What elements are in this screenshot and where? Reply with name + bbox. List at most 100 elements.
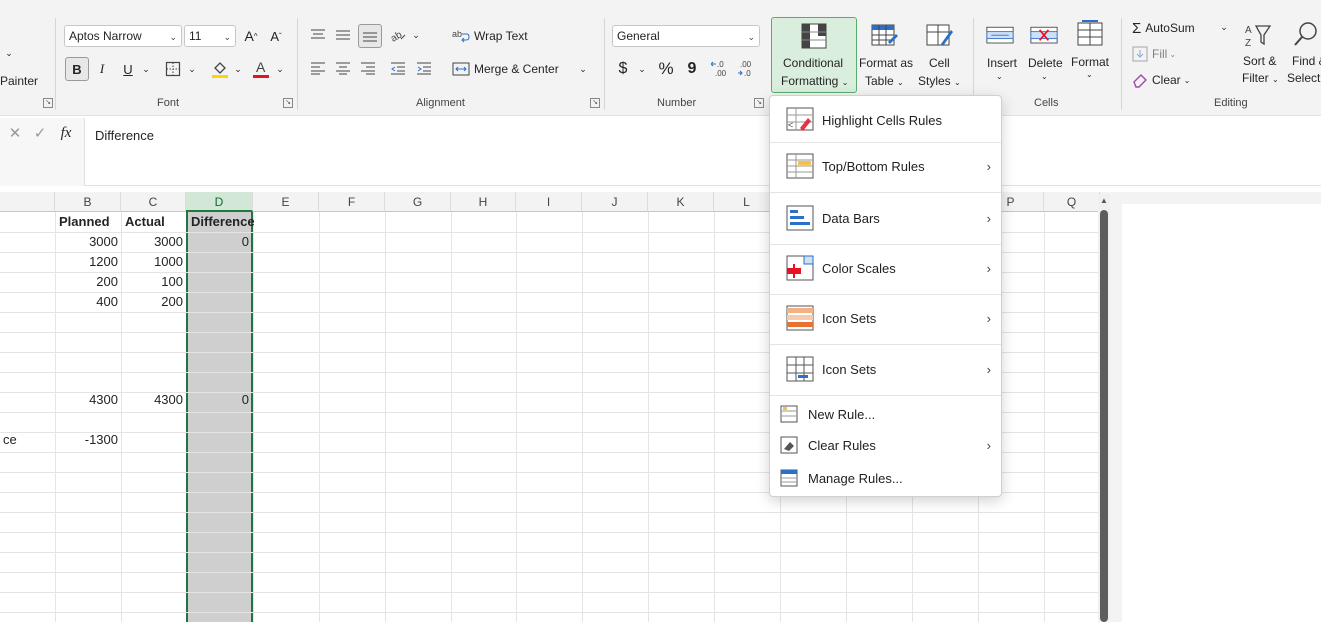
column-header-j[interactable]: J bbox=[582, 192, 648, 212]
cell-c1[interactable]: Actual bbox=[122, 212, 186, 232]
column-header-f[interactable]: F bbox=[319, 192, 385, 212]
wrap-text-button[interactable]: ab Wrap Text bbox=[452, 26, 552, 46]
middle-align-button[interactable] bbox=[333, 25, 353, 45]
cell-c3[interactable]: 1000 bbox=[122, 252, 186, 272]
column-header-q[interactable]: Q bbox=[1044, 192, 1100, 212]
cell-d10[interactable]: 0 bbox=[188, 390, 252, 410]
italic-button[interactable]: I bbox=[93, 57, 111, 81]
data-bars-icon bbox=[786, 205, 814, 231]
cell-c2[interactable]: 3000 bbox=[122, 232, 186, 252]
formula-controls: ✕ ✓ fx bbox=[0, 118, 84, 186]
cell-d2[interactable]: 0 bbox=[188, 232, 252, 252]
bold-button[interactable]: B bbox=[65, 57, 89, 81]
number-launcher-icon[interactable]: ↘ bbox=[754, 98, 764, 108]
currency-dropdown-chevron-icon[interactable]: ⌄ bbox=[636, 62, 648, 76]
decrease-indent-button[interactable] bbox=[388, 58, 408, 78]
column-header-k[interactable]: K bbox=[648, 192, 714, 212]
underline-button[interactable]: U bbox=[118, 57, 138, 81]
cell-b12[interactable]: -1300 bbox=[56, 430, 121, 450]
increase-decimal-button[interactable]: .0.00 bbox=[710, 58, 734, 80]
menu-item-top-bottom-rules[interactable]: Top/Bottom Rules › bbox=[770, 148, 1001, 184]
cell-b4[interactable]: 200 bbox=[56, 272, 121, 292]
merge-center-button[interactable]: Merge & Center bbox=[452, 59, 572, 79]
orientation-dropdown-chevron-icon[interactable]: ⌄ bbox=[410, 28, 422, 42]
cell-b5[interactable]: 400 bbox=[56, 292, 121, 312]
autosum-button[interactable]: Σ AutoSum bbox=[1132, 18, 1232, 38]
fill-button[interactable]: Fill ⌄ bbox=[1132, 44, 1194, 64]
top-align-button[interactable] bbox=[308, 25, 328, 45]
menu-item-new-rule[interactable]: New Rule... bbox=[770, 400, 1001, 428]
font-launcher-icon[interactable]: ↘ bbox=[283, 98, 293, 108]
grow-font-button[interactable]: A ^ bbox=[241, 25, 261, 47]
menu-item-icon-sets-2[interactable]: Icon Sets › bbox=[770, 351, 1001, 387]
menu-item-icon-sets-1[interactable]: Icon Sets › bbox=[770, 300, 1001, 336]
align-right-button[interactable] bbox=[358, 58, 378, 78]
percent-button[interactable]: % bbox=[655, 58, 677, 80]
currency-button[interactable]: $ bbox=[614, 58, 632, 80]
clipboard-launcher-icon[interactable]: ↘ bbox=[43, 98, 53, 108]
column-header-c[interactable]: C bbox=[121, 192, 186, 212]
column-header-a[interactable] bbox=[0, 192, 55, 212]
cancel-icon[interactable]: ✕ bbox=[8, 124, 22, 142]
merge-dropdown-chevron-icon[interactable]: ⌄ bbox=[577, 62, 589, 76]
separator bbox=[55, 18, 56, 110]
cell-b3[interactable]: 1200 bbox=[56, 252, 121, 272]
clear-button[interactable]: Clear ⌄ bbox=[1132, 70, 1198, 90]
menu-item-highlight-cells-rules[interactable]: < Highlight Cells Rules bbox=[770, 102, 1001, 138]
shrink-font-button[interactable]: Aˇ bbox=[266, 25, 286, 47]
increase-indent-button[interactable] bbox=[414, 58, 434, 78]
formula-input[interactable]: Difference bbox=[84, 118, 1321, 186]
cell-c5[interactable]: 200 bbox=[122, 292, 186, 312]
chevron-right-icon: › bbox=[986, 310, 991, 326]
clear-chevron-icon: ⌄ bbox=[1183, 75, 1191, 85]
column-header-i[interactable]: I bbox=[516, 192, 582, 212]
gridline bbox=[648, 212, 649, 622]
font-color-dropdown-chevron-icon[interactable]: ⌄ bbox=[274, 62, 286, 76]
borders-button[interactable] bbox=[163, 59, 183, 79]
cell-c10[interactable]: 4300 bbox=[122, 390, 186, 410]
comma-style-button[interactable]: 9 bbox=[684, 58, 700, 80]
svg-text:.0: .0 bbox=[744, 69, 751, 78]
cell-b1[interactable]: Planned bbox=[56, 212, 121, 232]
font-name-select[interactable]: Aptos Narrow ⌄ bbox=[64, 25, 182, 47]
column-header-b[interactable]: B bbox=[55, 192, 121, 212]
format-painter-label[interactable]: Painter bbox=[0, 74, 38, 88]
paste-dropdown-chevron-icon[interactable]: ⌄ bbox=[2, 46, 16, 60]
menu-item-clear-rules[interactable]: Clear Rules › bbox=[770, 431, 1001, 459]
orientation-button[interactable]: ab bbox=[388, 25, 408, 45]
align-center-button[interactable] bbox=[333, 58, 353, 78]
column-header-g[interactable]: G bbox=[385, 192, 451, 212]
menu-item-color-scales[interactable]: Color Scales › bbox=[770, 250, 1001, 286]
borders-dropdown-chevron-icon[interactable]: ⌄ bbox=[186, 62, 198, 76]
scroll-up-arrow-icon[interactable]: ▲ bbox=[1099, 196, 1109, 206]
menu-item-manage-rules[interactable]: Manage Rules... bbox=[770, 464, 1001, 492]
bottom-align-button[interactable] bbox=[358, 24, 382, 48]
selected-column-d[interactable] bbox=[186, 212, 253, 622]
fill-color-button[interactable] bbox=[209, 57, 231, 81]
enter-check-icon[interactable]: ✓ bbox=[31, 124, 49, 142]
cell-d1[interactable]: Difference bbox=[188, 212, 255, 232]
chevron-right-icon: › bbox=[986, 361, 991, 377]
fill-color-dropdown-chevron-icon[interactable]: ⌄ bbox=[232, 62, 244, 76]
delete-chevron-icon: ⌄ bbox=[1041, 72, 1048, 81]
font-color-button[interactable]: A bbox=[250, 57, 272, 81]
vertical-scrollbar-thumb[interactable] bbox=[1100, 210, 1108, 622]
font-size-select[interactable]: 11 ⌄ bbox=[184, 25, 236, 47]
align-left-button[interactable] bbox=[308, 58, 328, 78]
menu-item-data-bars[interactable]: Data Bars › bbox=[770, 200, 1001, 236]
svg-text:.00: .00 bbox=[715, 69, 727, 78]
column-header-h[interactable]: H bbox=[451, 192, 516, 212]
cell-b2[interactable]: 3000 bbox=[56, 232, 121, 252]
cell-a12[interactable]: ce bbox=[0, 430, 55, 450]
cell-c4[interactable]: 100 bbox=[122, 272, 186, 292]
decrease-decimal-button[interactable]: .00.0 bbox=[737, 58, 761, 80]
cell-b10[interactable]: 4300 bbox=[56, 390, 121, 410]
insert-function-button[interactable]: fx bbox=[56, 124, 76, 142]
menu-item-label: Top/Bottom Rules bbox=[822, 158, 925, 174]
underline-dropdown-chevron-icon[interactable]: ⌄ bbox=[140, 62, 152, 76]
number-format-select[interactable]: General ⌄ bbox=[612, 25, 760, 47]
column-header-e[interactable]: E bbox=[253, 192, 319, 212]
autosum-dropdown-chevron-icon[interactable]: ⌄ bbox=[1218, 20, 1230, 34]
alignment-launcher-icon[interactable]: ↘ bbox=[590, 98, 600, 108]
column-header-d[interactable]: D bbox=[186, 192, 253, 212]
